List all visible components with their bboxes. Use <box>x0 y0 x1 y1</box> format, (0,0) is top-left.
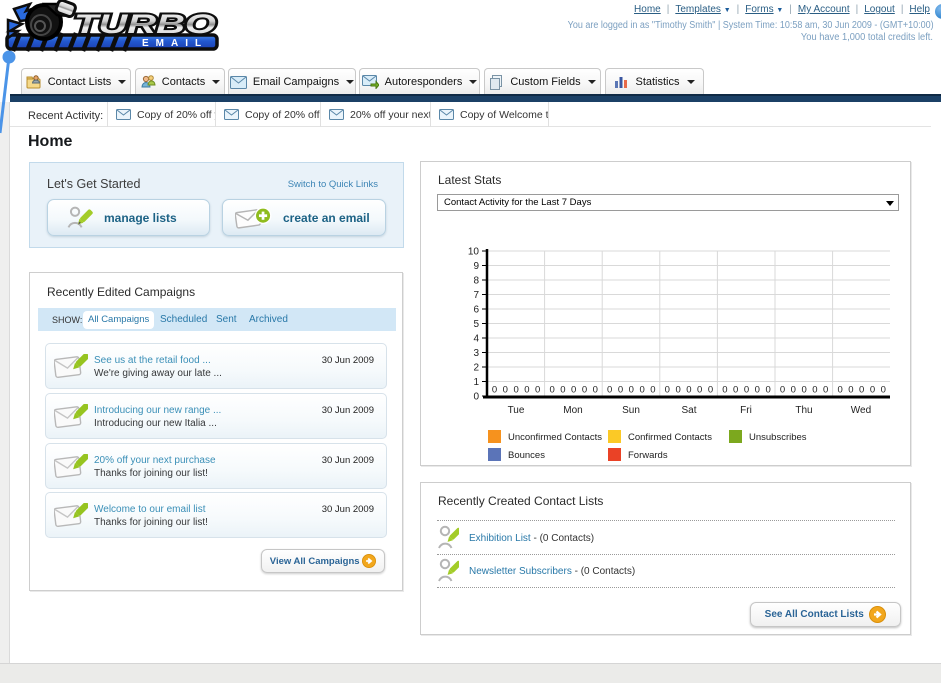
svg-text:0: 0 <box>733 385 738 396</box>
svg-text:0: 0 <box>650 385 655 396</box>
svg-text:0: 0 <box>780 385 785 396</box>
svg-text:8: 8 <box>473 276 479 287</box>
svg-text:0: 0 <box>639 385 644 396</box>
svg-text:Sun: Sun <box>622 405 640 416</box>
svg-text:2: 2 <box>473 363 479 374</box>
svg-text:0: 0 <box>473 392 479 403</box>
svg-text:0: 0 <box>870 385 875 396</box>
svg-text:0: 0 <box>697 385 702 396</box>
svg-text:0: 0 <box>549 385 554 396</box>
svg-text:0: 0 <box>837 385 842 396</box>
svg-text:0: 0 <box>708 385 713 396</box>
svg-text:0: 0 <box>765 385 770 396</box>
svg-text:0: 0 <box>881 385 886 396</box>
svg-text:0: 0 <box>513 385 518 396</box>
svg-text:0: 0 <box>812 385 817 396</box>
svg-text:Unconfirmed Contacts: Unconfirmed Contacts <box>508 432 602 443</box>
svg-text:0: 0 <box>675 385 680 396</box>
svg-text:0: 0 <box>629 385 634 396</box>
svg-text:0: 0 <box>722 385 727 396</box>
svg-text:10: 10 <box>468 247 480 258</box>
svg-text:0: 0 <box>859 385 864 396</box>
svg-text:Fri: Fri <box>740 405 752 416</box>
svg-text:0: 0 <box>665 385 670 396</box>
svg-text:0: 0 <box>848 385 853 396</box>
svg-text:Unsubscribes: Unsubscribes <box>749 432 807 443</box>
svg-text:1: 1 <box>473 377 479 388</box>
svg-text:0: 0 <box>823 385 828 396</box>
svg-text:Mon: Mon <box>563 405 582 416</box>
svg-text:0: 0 <box>560 385 565 396</box>
svg-text:0: 0 <box>593 385 598 396</box>
svg-text:0: 0 <box>503 385 508 396</box>
svg-text:Wed: Wed <box>851 405 871 416</box>
svg-text:0: 0 <box>618 385 623 396</box>
svg-text:9: 9 <box>473 261 479 272</box>
svg-text:0: 0 <box>607 385 612 396</box>
svg-text:0: 0 <box>801 385 806 396</box>
svg-text:Thu: Thu <box>795 405 812 416</box>
svg-text:Tue: Tue <box>508 405 525 416</box>
svg-text:3: 3 <box>473 348 479 359</box>
svg-text:4: 4 <box>473 334 479 345</box>
svg-text:0: 0 <box>582 385 587 396</box>
svg-text:0: 0 <box>571 385 576 396</box>
svg-text:5: 5 <box>473 319 479 330</box>
svg-text:Sat: Sat <box>681 405 696 416</box>
svg-text:0: 0 <box>791 385 796 396</box>
svg-text:6: 6 <box>473 305 479 316</box>
svg-text:Forwards: Forwards <box>628 450 668 461</box>
svg-text:0: 0 <box>744 385 749 396</box>
svg-text:7: 7 <box>473 290 479 301</box>
svg-text:0: 0 <box>535 385 540 396</box>
svg-text:Bounces: Bounces <box>508 450 545 461</box>
svg-text:0: 0 <box>492 385 497 396</box>
svg-text:0: 0 <box>686 385 691 396</box>
svg-text:TURBO: TURBO <box>74 9 216 39</box>
svg-text:EMAIL: EMAIL <box>142 38 208 49</box>
svg-text:0: 0 <box>755 385 760 396</box>
svg-text:Confirmed Contacts: Confirmed Contacts <box>628 432 712 443</box>
svg-text:0: 0 <box>524 385 529 396</box>
